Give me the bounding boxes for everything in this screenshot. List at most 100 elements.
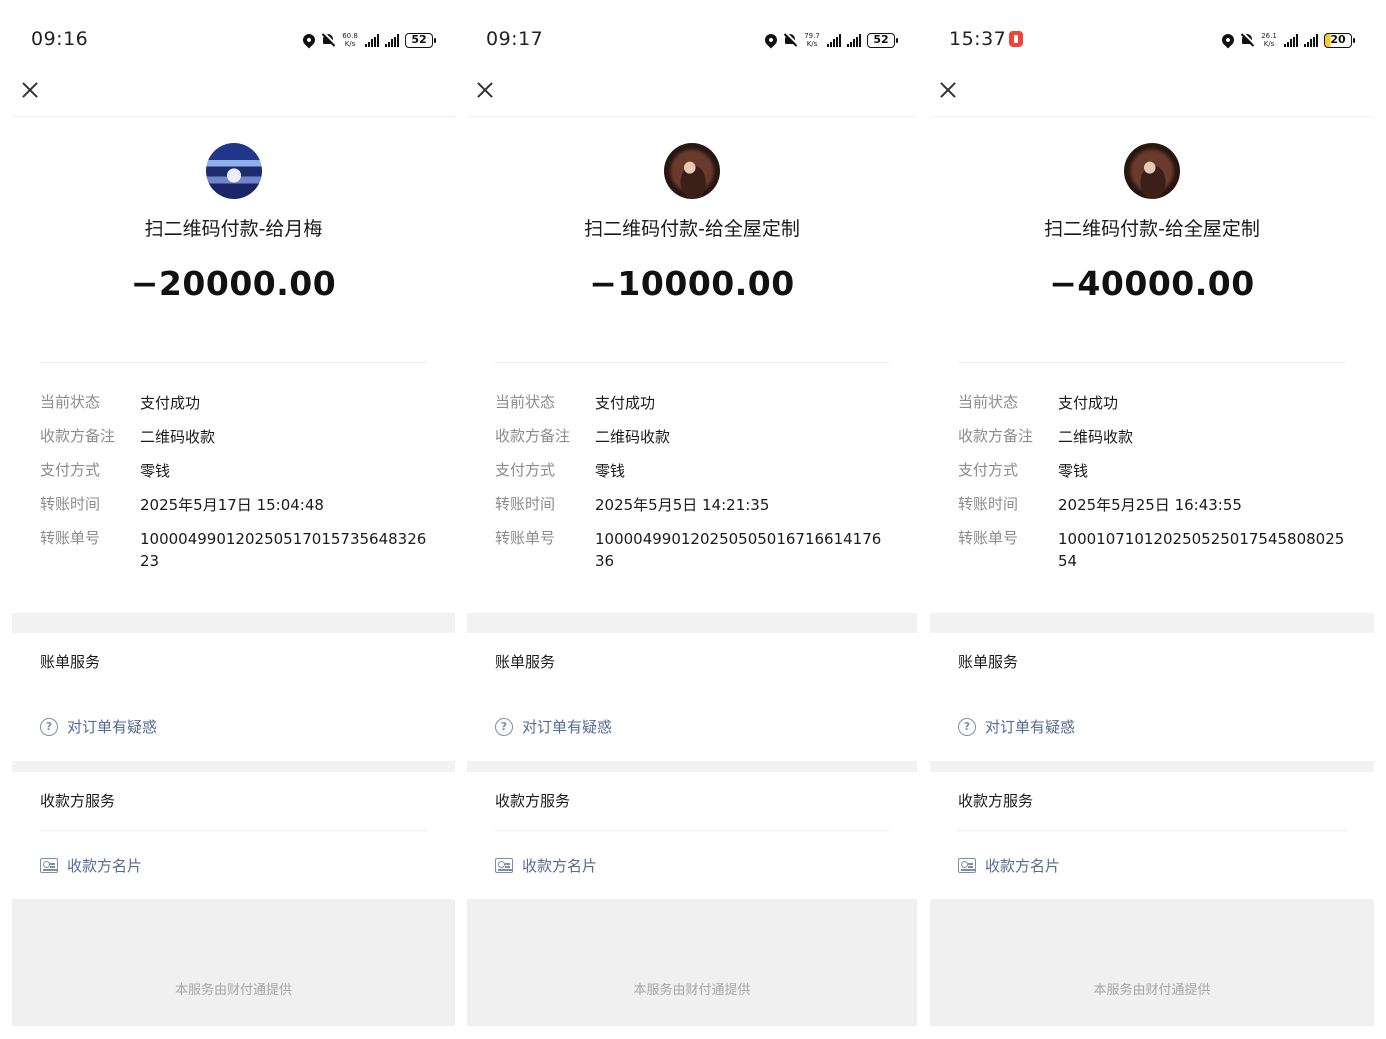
detail-value: 2025年5月5日 14:21:35 <box>595 496 770 514</box>
network-speed-value: 26.1 <box>1261 32 1277 40</box>
signal-icon-1 <box>1284 33 1298 47</box>
detail-label: 支付方式 <box>495 461 556 479</box>
detail-label: 当前状态 <box>958 393 1019 411</box>
battery-icon: 20 <box>1324 32 1355 48</box>
divider <box>495 830 889 831</box>
location-icon <box>762 31 780 49</box>
section-gap <box>12 613 455 633</box>
detail-label: 支付方式 <box>40 461 101 479</box>
signal-icon-2 <box>1304 33 1318 47</box>
order-question-link[interactable]: ? 对订单有疑惑 <box>958 716 1075 737</box>
detail-label: 收款方备注 <box>495 427 571 445</box>
recording-icon <box>1009 31 1024 47</box>
contact-card-icon <box>495 858 513 873</box>
payee-title: 扫二维码付款-给全屋定制 <box>584 218 800 240</box>
footer <box>12 899 455 1026</box>
section-title-payee: 收款方服务 <box>958 792 1034 810</box>
divider <box>958 830 1346 831</box>
detail-value: 支付成功 <box>1058 394 1119 412</box>
detail-value: 零钱 <box>1058 462 1089 480</box>
detail-row-status: 当前状态 支付成功 <box>958 392 1350 414</box>
order-question-link[interactable]: ? 对订单有疑惑 <box>495 716 612 737</box>
footer <box>467 899 917 1026</box>
detail-value: 2025年5月25日 16:43:55 <box>1058 496 1242 514</box>
location-icon <box>1219 31 1237 49</box>
link-label: 对订单有疑惑 <box>985 718 1076 736</box>
detail-row-status: 当前状态 支付成功 <box>40 392 431 414</box>
detail-value: 支付成功 <box>595 394 656 412</box>
divider <box>40 362 427 363</box>
footer <box>930 899 1374 1026</box>
order-question-link[interactable]: ? 对订单有疑惑 <box>40 716 157 737</box>
detail-label: 收款方备注 <box>40 427 116 445</box>
amount: −40000.00 <box>1049 264 1255 303</box>
detail-label: 当前状态 <box>495 393 556 411</box>
detail-label: 当前状态 <box>40 393 101 411</box>
section-gap <box>467 613 917 633</box>
detail-value: 2025年5月17日 15:04:48 <box>140 496 324 514</box>
network-speed-unit: K/s <box>344 40 356 48</box>
transaction-panel-3: 15:37 26.1 K/s 20 扫二维码付款-给全屋定制 −40000.00… <box>930 0 1374 1039</box>
link-label: 对订单有疑惑 <box>67 718 158 736</box>
detail-label: 转账时间 <box>40 495 101 513</box>
location-icon <box>300 31 318 49</box>
section-gap <box>930 613 1374 633</box>
network-speed: 79.7 K/s <box>803 32 821 48</box>
network-speed: 26.1 K/s <box>1260 32 1278 48</box>
status-icons: 26.1 K/s 20 <box>1219 30 1355 50</box>
detail-label: 转账时间 <box>495 495 556 513</box>
amount: −20000.00 <box>130 264 337 303</box>
detail-row-order: 转账单号 100010710120250525017545808025 54 <box>958 528 1350 572</box>
details-list: 当前状态 支付成功 收款方备注 二维码收款 支付方式 零钱 转账时间 2025年… <box>958 392 1350 584</box>
network-speed-unit: K/s <box>806 40 818 48</box>
section-gap <box>12 761 455 772</box>
detail-row-order: 转账单号 100004990120250517015735648326 23 <box>40 528 431 572</box>
link-label: 收款方名片 <box>67 857 143 875</box>
battery-icon: 52 <box>405 32 436 48</box>
section-title-bill: 账单服务 <box>958 653 1019 671</box>
detail-row-time: 转账时间 2025年5月17日 15:04:48 <box>40 494 431 516</box>
signal-icon-1 <box>827 33 841 47</box>
contact-card-icon <box>958 858 976 873</box>
detail-row-method: 支付方式 零钱 <box>40 460 431 482</box>
payee-card-link[interactable]: 收款方名片 <box>958 855 1060 876</box>
close-icon[interactable] <box>471 76 499 104</box>
status-time: 15:37 <box>949 28 1024 50</box>
provider-note: 本服务由财付通提供 <box>633 983 751 998</box>
divider <box>958 362 1346 363</box>
payee-card-link[interactable]: 收款方名片 <box>40 855 142 876</box>
close-icon[interactable] <box>934 76 962 104</box>
detail-label: 转账单号 <box>495 529 556 547</box>
detail-value: 100004990120250517015735648326 23 <box>140 530 427 570</box>
status-icons: 60.8 K/s 52 <box>300 30 436 50</box>
section-gap <box>930 761 1374 772</box>
detail-row-method: 支付方式 零钱 <box>958 460 1350 482</box>
divider <box>12 116 455 117</box>
payee-avatar <box>1124 143 1180 199</box>
detail-label: 收款方备注 <box>958 427 1034 445</box>
detail-value: 100004990120250505016716614176 36 <box>595 530 882 570</box>
mute-icon <box>1240 33 1254 47</box>
detail-value: 二维码收款 <box>595 428 671 446</box>
signal-icon-2 <box>385 33 399 47</box>
detail-row-status: 当前状态 支付成功 <box>495 392 893 414</box>
detail-row-method: 支付方式 零钱 <box>495 460 893 482</box>
section-title-payee: 收款方服务 <box>40 792 116 810</box>
payee-avatar <box>205 143 262 199</box>
battery-icon: 52 <box>867 32 898 48</box>
network-speed-unit: K/s <box>1263 40 1275 48</box>
close-icon[interactable] <box>16 76 44 104</box>
link-label: 对订单有疑惑 <box>522 718 613 736</box>
mute-icon <box>321 33 335 47</box>
link-label: 收款方名片 <box>522 857 598 875</box>
payee-avatar <box>664 143 720 199</box>
network-speed-value: 79.7 <box>804 32 820 40</box>
details-list: 当前状态 支付成功 收款方备注 二维码收款 支付方式 零钱 转账时间 2025年… <box>40 392 431 584</box>
signal-icon-1 <box>365 33 379 47</box>
details-list: 当前状态 支付成功 收款方备注 二维码收款 支付方式 零钱 转账时间 2025年… <box>495 392 893 584</box>
detail-row-remark: 收款方备注 二维码收款 <box>495 426 893 448</box>
detail-label: 转账单号 <box>958 529 1019 547</box>
contact-card-icon <box>40 858 58 873</box>
detail-row-remark: 收款方备注 二维码收款 <box>958 426 1350 448</box>
payee-card-link[interactable]: 收款方名片 <box>495 855 597 876</box>
